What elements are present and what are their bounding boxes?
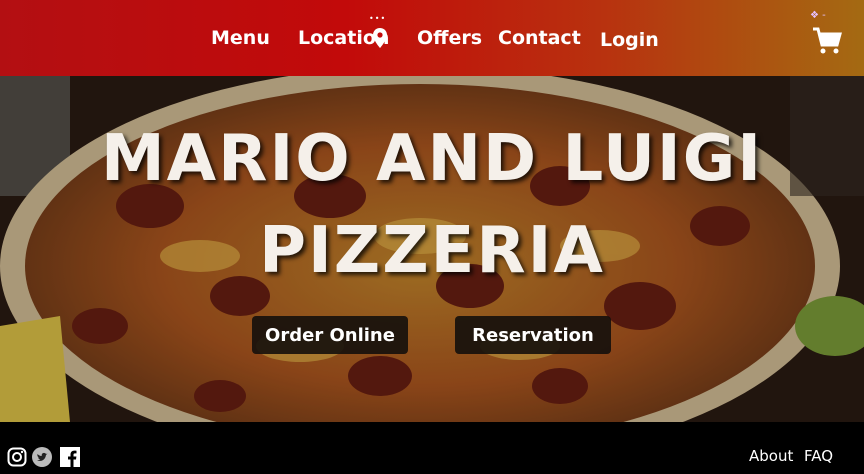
cart-icon[interactable] <box>812 26 842 56</box>
facebook-icon[interactable] <box>60 447 80 467</box>
footer-about-link[interactable]: About <box>749 447 793 465</box>
top-navbar: Menu ••• Location Offers Contact Login ❖… <box>0 0 864 76</box>
nav-login-link[interactable]: Login <box>600 29 659 51</box>
nav-menu-link[interactable]: Menu <box>211 27 270 49</box>
location-indicator-dots: ••• <box>369 14 387 23</box>
nav-contact-link[interactable]: Contact <box>498 27 581 49</box>
location-pin-icon[interactable] <box>373 28 387 48</box>
order-online-button[interactable]: Order Online <box>252 316 408 354</box>
reservation-button[interactable]: Reservation <box>455 316 611 354</box>
footer-faq-link[interactable]: FAQ <box>804 447 833 465</box>
hero-title-line1: MARIO AND LUIGI <box>100 122 764 196</box>
nav-offers-link[interactable]: Offers <box>417 27 482 49</box>
twitter-icon[interactable] <box>32 447 52 467</box>
footer <box>0 422 864 474</box>
cart-badge: ❖ - <box>810 10 826 21</box>
hero-title-line2: PIZZERIA <box>259 214 605 288</box>
hero-section: MARIO AND LUIGI PIZZERIA Order Online Re… <box>0 76 864 422</box>
instagram-icon[interactable] <box>7 447 27 467</box>
